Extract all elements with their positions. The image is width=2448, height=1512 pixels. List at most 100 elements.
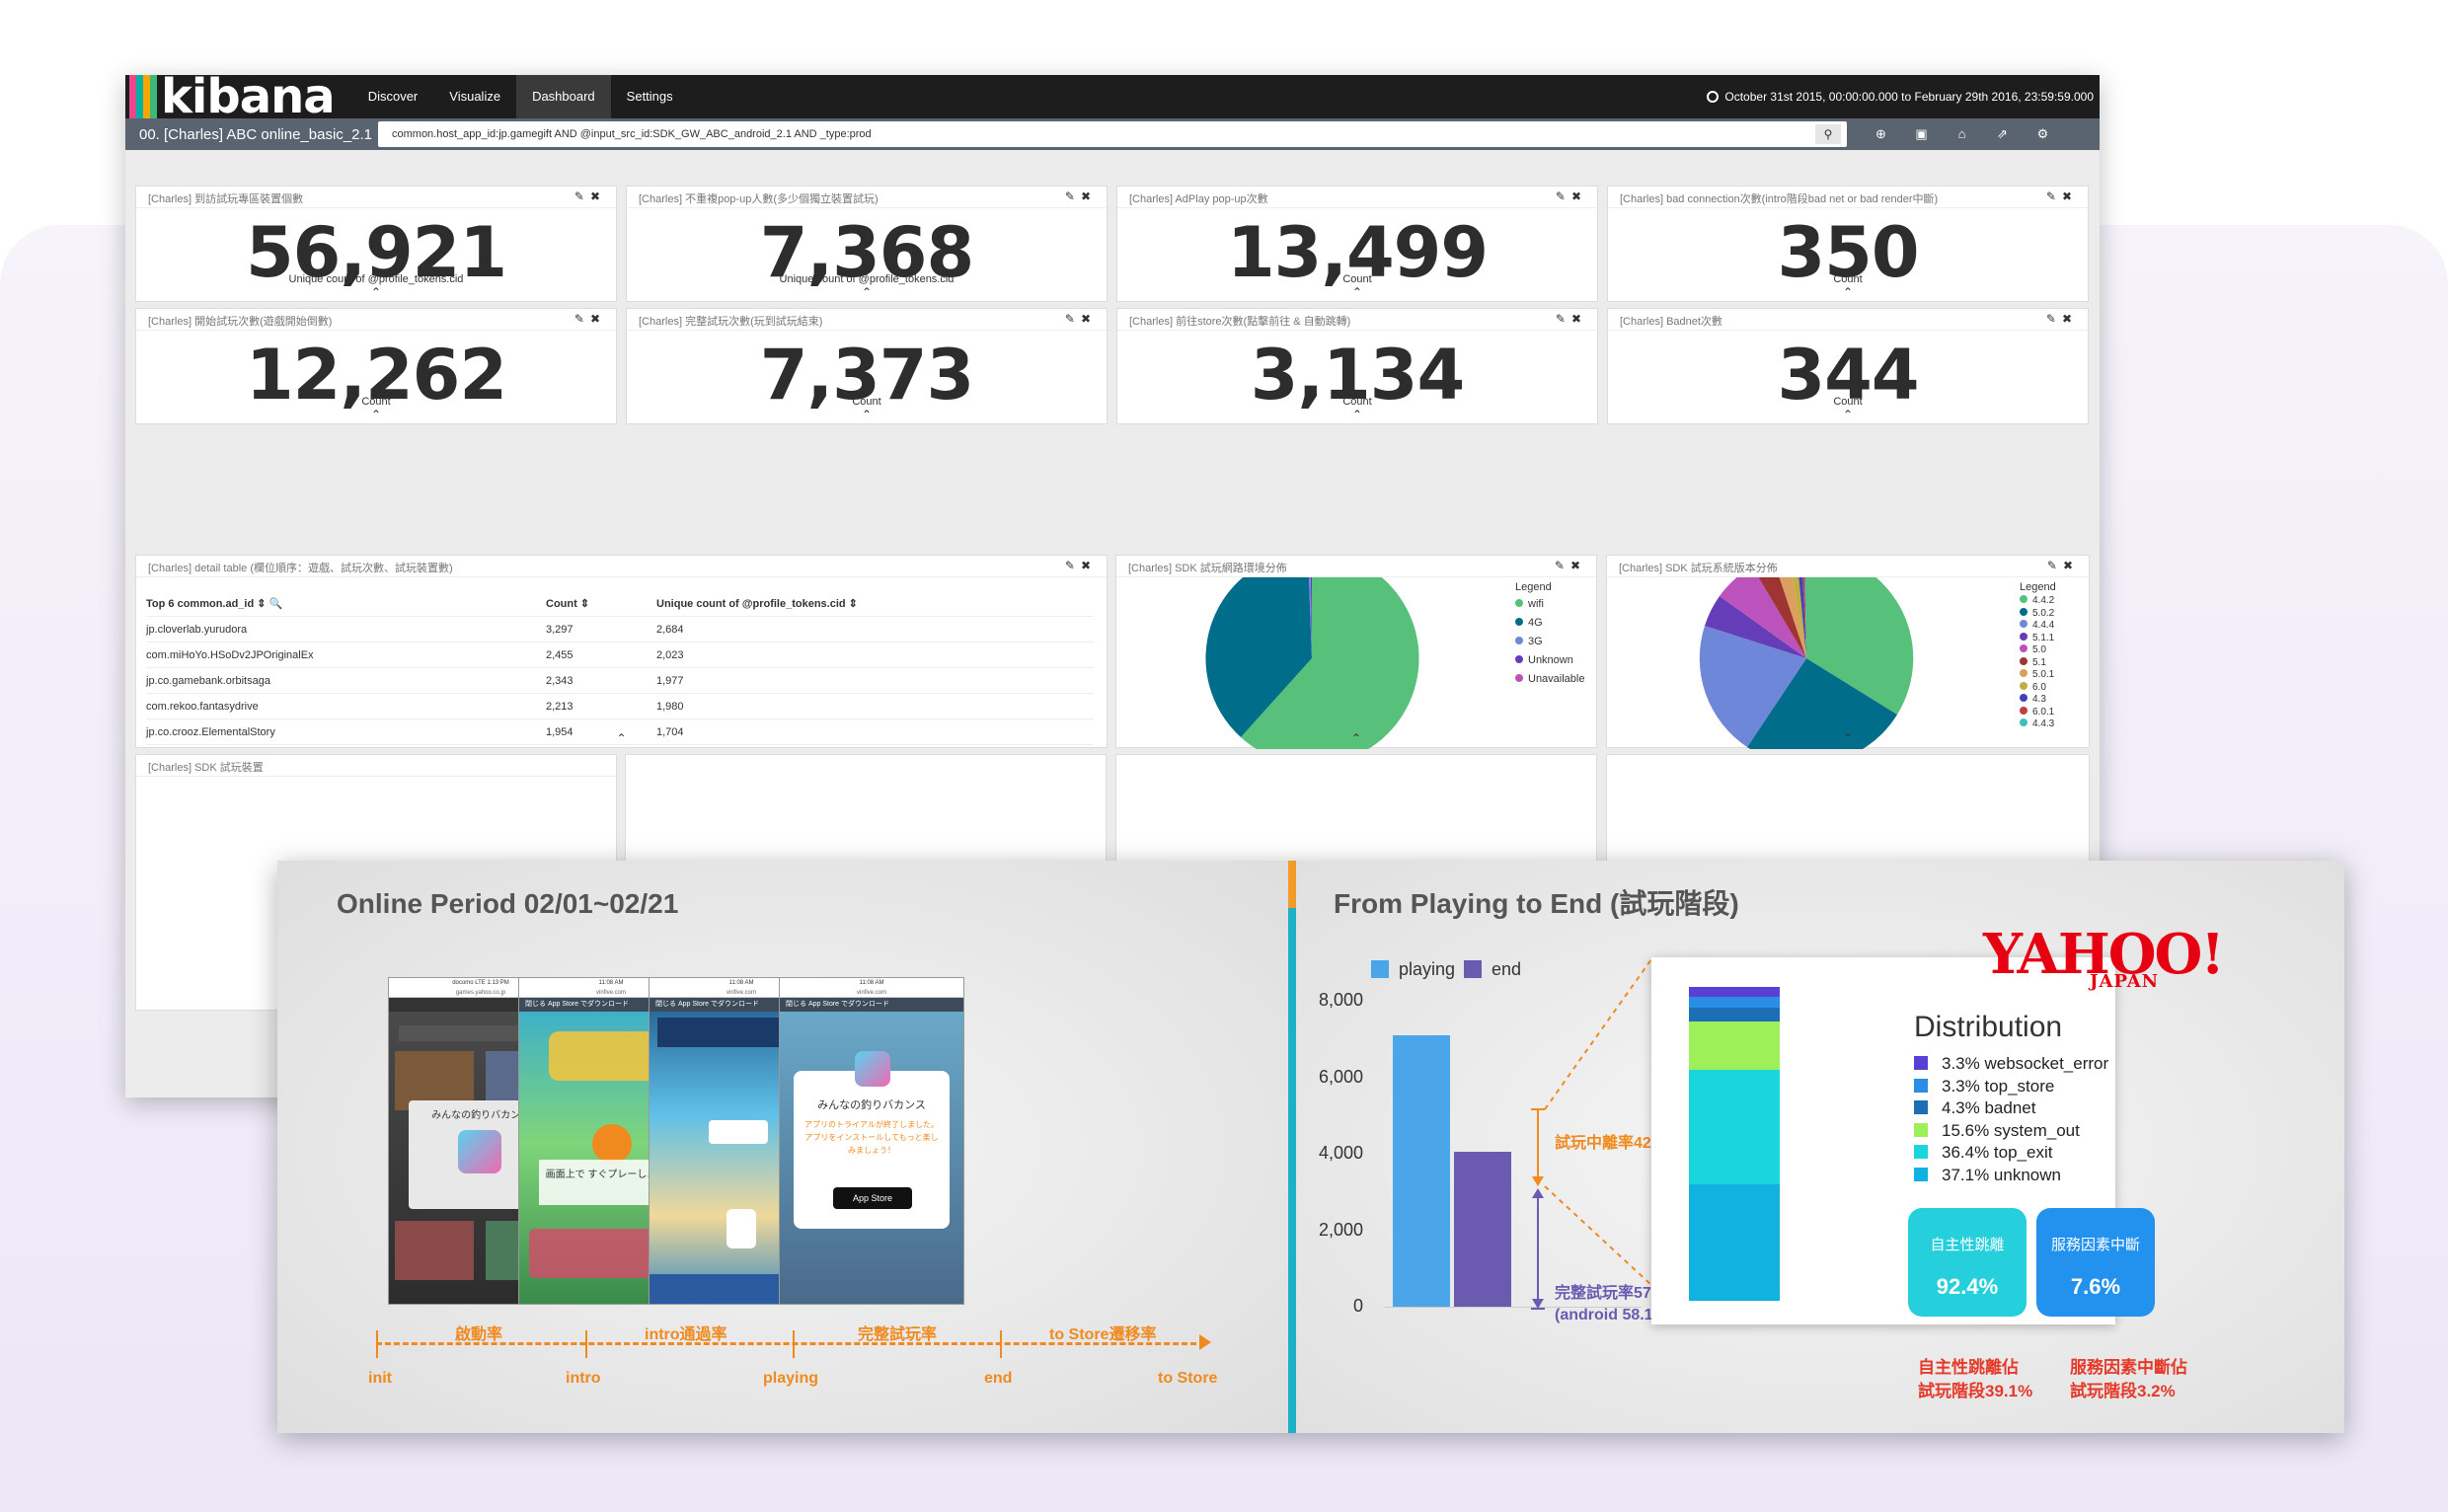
panel-title: [Charles] bad connection次數(intro階段bad ne…: [1608, 187, 2088, 208]
collapse-chevron-icon[interactable]: ⌃: [1608, 285, 2088, 299]
time-range-text: October 31st 2015, 00:00:00.000 to Febru…: [1724, 90, 2094, 104]
tab-visualize[interactable]: Visualize: [433, 75, 516, 118]
column-header[interactable]: Count ⇕: [546, 591, 656, 616]
collapse-chevron-icon[interactable]: ⌃: [1608, 408, 2088, 421]
time-picker[interactable]: October 31st 2015, 00:00:00.000 to Febru…: [1707, 75, 2094, 118]
legend-dot: [1515, 637, 1523, 644]
panel-edit-close-icons[interactable]: ✎✖: [1065, 189, 1097, 203]
table-cell: 2,023: [656, 649, 684, 661]
game-icon: [458, 1130, 501, 1173]
service-interrupt-card: 服務因素中斷 7.6%: [2036, 1208, 2155, 1317]
slide-divider: [1288, 861, 1296, 1433]
legend-item[interactable]: 6.0: [2020, 681, 2056, 695]
adplay-top-bar[interactable]: 閉じる App Store でダウンロード: [780, 998, 963, 1012]
game-character: [727, 1209, 756, 1248]
panel-edit-close-icons[interactable]: ✎✖: [1556, 312, 1587, 326]
collapse-chevron-icon[interactable]: ⌃: [136, 285, 616, 299]
legend-item[interactable]: 5.0.2: [2020, 607, 2056, 621]
stage-end: end: [984, 1370, 1013, 1387]
tab-settings[interactable]: Settings: [611, 75, 689, 118]
panel-edit-close-icons[interactable]: ✎✖: [574, 312, 606, 326]
panel-title: [Charles] Badnet次數 ✎✖: [1608, 309, 2088, 331]
tab-dashboard[interactable]: Dashboard: [516, 75, 611, 118]
phone-url-bar: vinfive.com: [780, 988, 963, 998]
panel-edit-close-icons[interactable]: ✎✖: [1556, 189, 1587, 203]
legend-item[interactable]: 5.1.1: [2020, 632, 2056, 645]
flow-tick: [1000, 1330, 1002, 1358]
logo-text: kibana: [161, 75, 336, 124]
metric-label: Count: [361, 396, 391, 408]
panel-edit-close-icons[interactable]: ✎✖: [574, 189, 606, 203]
save-icon[interactable]: ▣: [1901, 126, 1942, 142]
metric-label: Unique count of @profile_tokens.cid: [288, 273, 464, 285]
distribution-swatch: [1914, 1145, 1928, 1159]
table-cell: 3,297: [546, 624, 574, 636]
legend-item[interactable]: 4G: [1515, 614, 1584, 633]
logo-bar: [150, 75, 157, 118]
collapse-chevron-icon[interactable]: ⌃: [627, 285, 1107, 299]
legend-item[interactable]: 5.0: [2020, 644, 2056, 657]
legend-title[interactable]: Legend: [2020, 581, 2056, 593]
legend-dot: [1515, 674, 1523, 682]
collapse-chevron-icon[interactable]: ⌃: [1117, 408, 1597, 421]
collapse-chevron-icon[interactable]: ⌃: [1607, 731, 2089, 745]
share-icon[interactable]: ⇗: [1982, 126, 2023, 142]
panel-edit-close-icons[interactable]: ✎✖: [2046, 312, 2078, 326]
panel-edit-close-icons[interactable]: ✎✖: [1065, 312, 1097, 326]
kibana-logo[interactable]: kibana: [125, 75, 336, 124]
metric-panel: [Charles] 前往store次數(點擊前往 & 自動跳轉) ✎✖ 3,134 C…: [1116, 308, 1598, 424]
panel-title: [Charles] AdPlay pop-up次數 ✎✖: [1117, 187, 1597, 208]
legend-item[interactable]: Unknown: [1515, 651, 1584, 670]
panel-title: [Charles] 不重複pop-up人數(多少個獨立裝置試玩) ✎✖: [627, 187, 1107, 208]
stack-segment: [1689, 1070, 1780, 1184]
new-dashboard-icon[interactable]: ⊕: [1861, 126, 1901, 142]
column-header[interactable]: Top 6 common.ad_id ⇕ 🔍: [146, 591, 546, 616]
panel-edit-close-icons[interactable]: ✎✖: [2047, 559, 2079, 572]
collapse-chevron-icon[interactable]: ⌃: [136, 408, 616, 421]
stack-segment: [1689, 1021, 1780, 1071]
legend-item[interactable]: 4.4.2: [2020, 595, 2056, 608]
legend-item[interactable]: 5.0.1: [2020, 669, 2056, 682]
metric-label: Count: [1833, 396, 1863, 408]
version-pie-chart[interactable]: [1607, 577, 2091, 749]
y-tick-label: 2,000: [1318, 1219, 1363, 1240]
metric-label: Count: [1342, 396, 1372, 408]
app-store-button[interactable]: App Store: [833, 1187, 912, 1209]
divider-accent: [1288, 861, 1296, 908]
search-icon[interactable]: ⚲: [1815, 124, 1841, 144]
panel-edit-close-icons[interactable]: ✎✖: [1555, 559, 1586, 572]
panel-edit-close-icons[interactable]: ✎✖: [1065, 559, 1097, 572]
collapse-chevron-icon[interactable]: ⌃: [136, 731, 1107, 745]
collapse-chevron-icon[interactable]: ⌃: [1117, 285, 1597, 299]
column-header[interactable]: Unique count of @profile_tokens.cid ⇕: [656, 591, 1051, 616]
tab-discover[interactable]: Discover: [352, 75, 434, 118]
voluntary-exit-note: 自主性跳離佔 試玩階段39.1%: [1918, 1358, 2033, 1400]
collapse-chevron-icon[interactable]: ⌃: [1116, 731, 1596, 745]
legend-item[interactable]: 4.3: [2020, 694, 2056, 707]
legend-item[interactable]: Unavailable: [1515, 670, 1584, 689]
options-gear-icon[interactable]: ⚙: [2023, 126, 2063, 142]
table-row: jp.co.gamebank.orbitsaga 2,343 1,977: [146, 668, 1094, 694]
open-folder-icon[interactable]: ⌂: [1942, 126, 1982, 142]
version-legend: Legend 4.4.2 5.0.2 4.4.4 5.1.1 5.0 5.1 5.0.1 6.0…: [2020, 581, 2056, 731]
flow-tick: [793, 1330, 795, 1358]
legend-item[interactable]: 3G: [1515, 633, 1584, 651]
collapse-chevron-icon[interactable]: ⌃: [627, 408, 1107, 421]
table-row: com.rekoo.fantasydrive 2,213 1,980: [146, 694, 1094, 719]
version-pie-panel: [Charles] SDK 試玩系統版本分佈 ✎✖ Legend 4.4.2 5.0.…: [1606, 555, 2091, 749]
legend-item[interactable]: 4.4.3: [2020, 718, 2056, 731]
distribution-title: Distribution: [1914, 1011, 2063, 1043]
query-input[interactable]: common.host_app_id:jp.gamegift AND @inpu…: [378, 121, 1847, 147]
distribution-item: 3.3% websocket_error: [1914, 1054, 2108, 1074]
legend-item[interactable]: 4.4.4: [2020, 620, 2056, 633]
legend-title[interactable]: Legend: [1515, 581, 1584, 593]
distribution-item: 15.6% system_out: [1914, 1121, 2080, 1141]
table-row: jp.cloverlab.yurudora 3,297 2,684: [146, 617, 1094, 643]
play-controller-icon[interactable]: [592, 1124, 632, 1164]
legend-item[interactable]: 5.1: [2020, 656, 2056, 670]
legend-item[interactable]: 6.0.1: [2020, 706, 2056, 719]
legend-item[interactable]: wifi: [1515, 595, 1584, 614]
panel-edit-close-icons[interactable]: ✎✖: [2046, 189, 2078, 203]
rate-complete: 完整試玩率: [858, 1326, 938, 1343]
stack-segment: [1689, 987, 1780, 998]
